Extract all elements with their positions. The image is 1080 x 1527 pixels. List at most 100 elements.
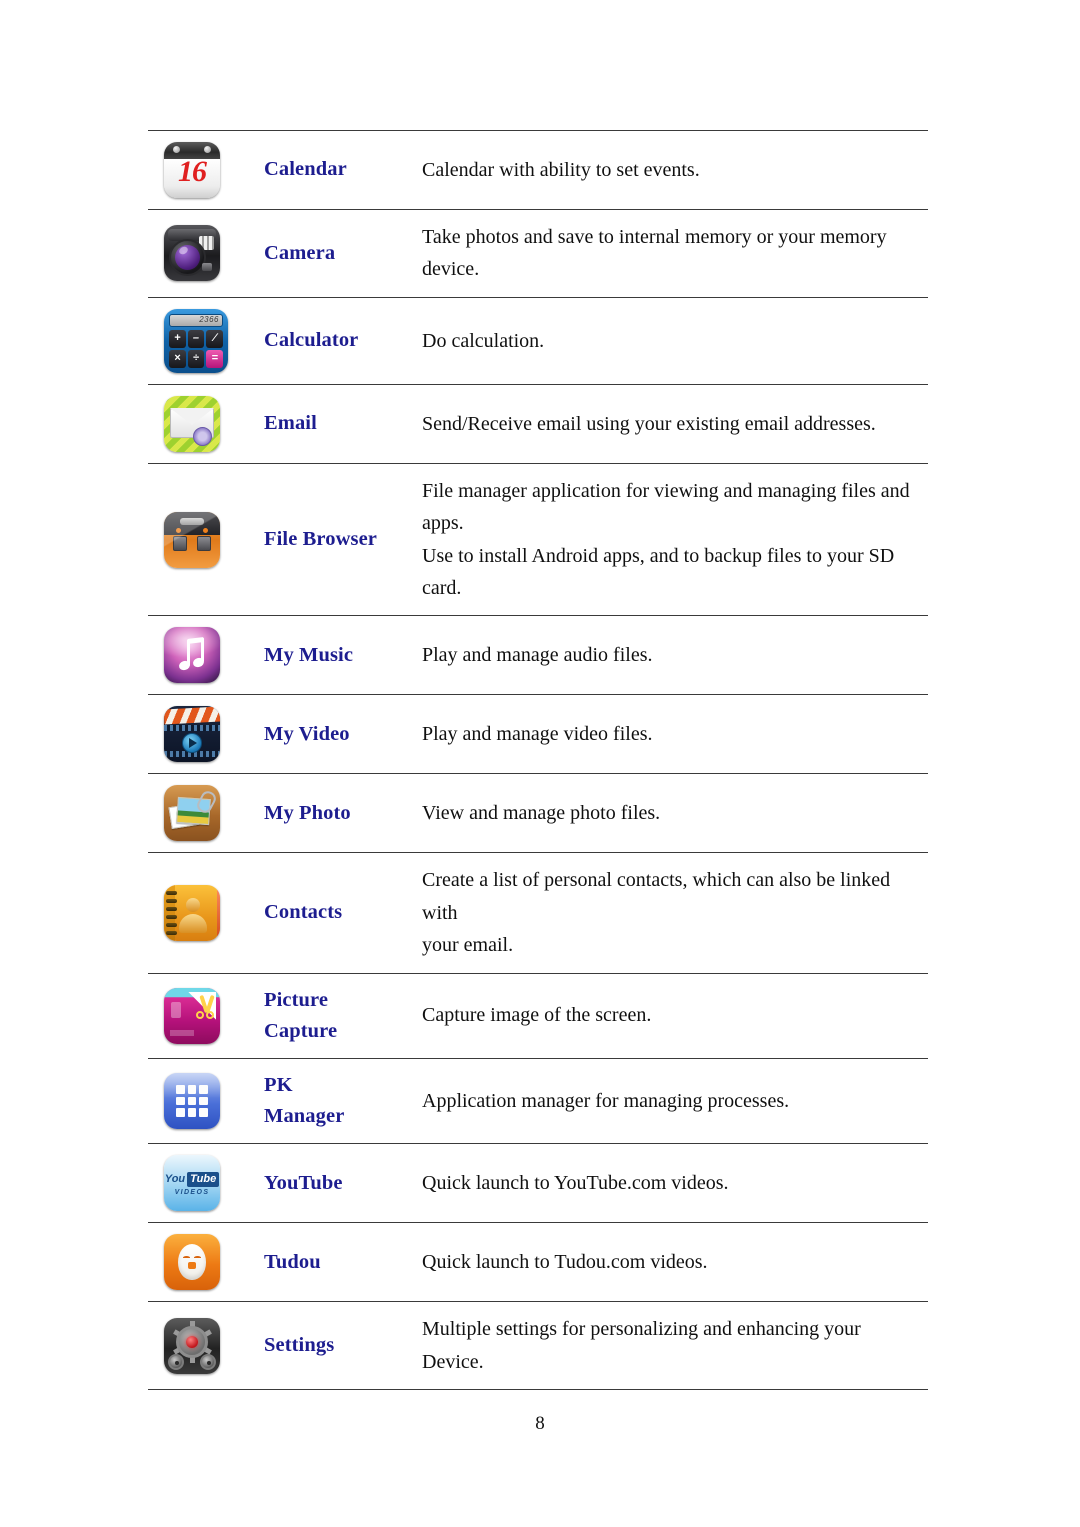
calculator-key-minus: – xyxy=(187,329,205,348)
file-browser-icon xyxy=(164,511,220,568)
contacts-coil xyxy=(166,906,177,911)
applications-table: 16 Calendar Calendar with ability to set… xyxy=(148,130,928,1390)
calculator-key-equals: = xyxy=(206,349,223,368)
table-row: My Music Play and manage audio files. xyxy=(148,615,928,695)
contacts-coil xyxy=(166,890,177,895)
app-name: Picture Capture xyxy=(260,973,422,1058)
pk-manager-icon xyxy=(164,1072,220,1129)
contacts-coil xyxy=(166,914,177,919)
table-row: 2366 + – ∕ × ÷ = Calculator Do calculati… xyxy=(148,297,928,384)
calculator-key-multiply: × xyxy=(169,349,186,368)
gear-hub xyxy=(175,1360,179,1365)
tudou-icon xyxy=(164,1234,220,1291)
description-line-1: Application manager for managing process… xyxy=(422,1089,790,1112)
table-row: Picture Capture Capture image of the scr… xyxy=(148,973,928,1058)
youtube-logo: You Tube xyxy=(165,1171,220,1187)
calculator-display: 2366 xyxy=(169,313,223,327)
icon-cell xyxy=(148,210,260,298)
description-line-2: Use to install Android apps, and to back… xyxy=(422,544,895,599)
email-stamp xyxy=(193,426,212,446)
scissors-handle-left xyxy=(196,1010,204,1019)
video-clapper-bar xyxy=(164,706,220,725)
table-row: Email Send/Receive email using your exis… xyxy=(148,384,928,463)
calculator-keypad: + – ∕ × ÷ = xyxy=(169,329,223,368)
app-name: Tudou xyxy=(264,1250,321,1273)
capture-shape-bottom xyxy=(170,1029,194,1036)
settings-icon xyxy=(164,1317,220,1374)
app-name-line-1: Picture xyxy=(264,988,329,1011)
icon-cell xyxy=(148,1223,260,1302)
icon-cell xyxy=(148,1302,260,1390)
calendar-ring-right xyxy=(204,146,211,153)
app-description: Quick launch to YouTube.com videos. xyxy=(422,1144,928,1223)
youtube-videos-label: VIDEOS xyxy=(174,1189,210,1197)
app-description: Application manager for managing process… xyxy=(422,1058,928,1143)
app-name: My Video xyxy=(264,722,350,745)
icon-cell xyxy=(148,1058,260,1143)
camera-shutter-button xyxy=(202,263,212,272)
description-line-1: Calendar with ability to set events. xyxy=(422,158,700,181)
tudou-eye-right xyxy=(194,1256,201,1259)
icon-cell xyxy=(148,853,260,973)
table-row: PK Manager Application manager for manag… xyxy=(148,1058,928,1143)
contacts-person-head xyxy=(186,897,200,912)
contacts-icon xyxy=(164,884,220,941)
icon-cell xyxy=(148,616,260,695)
music-note-head-left xyxy=(177,659,192,672)
youtube-logo-you: You xyxy=(164,1172,186,1185)
description-line-1: Take photos and save to internal memory … xyxy=(422,226,887,281)
app-name: YouTube xyxy=(264,1171,343,1194)
contacts-person-body xyxy=(179,913,207,933)
app-name: Camera xyxy=(264,241,336,264)
app-name: My Music xyxy=(264,643,354,666)
youtube-icon: You Tube VIDEOS xyxy=(164,1155,220,1212)
app-name: File Browser xyxy=(264,527,377,550)
table-row: Camera Take photos and save to internal … xyxy=(148,209,928,298)
description-line-1: Capture image of the screen. xyxy=(422,1004,652,1027)
calculator-icon: 2366 + – ∕ × ÷ = xyxy=(164,308,228,373)
app-description: Do calculation. xyxy=(422,297,928,384)
scissors-handle-right xyxy=(206,1010,214,1019)
app-name-line-1: PK xyxy=(264,1073,293,1096)
page-number: 8 xyxy=(535,1413,545,1434)
email-envelope-flap xyxy=(170,407,214,425)
app-name-line-2: Capture xyxy=(264,1019,338,1042)
tudou-eye-left xyxy=(183,1256,190,1259)
calendar-ring-left xyxy=(173,146,180,153)
description-line-1: Create a list of personal contacts, whic… xyxy=(422,869,891,924)
app-name: Email xyxy=(264,412,317,435)
camera-icon xyxy=(164,225,220,282)
description-line-1: Quick launch to YouTube.com videos. xyxy=(422,1171,729,1194)
email-icon xyxy=(164,395,220,452)
app-description: Take photos and save to internal memory … xyxy=(422,210,928,298)
video-play-triangle xyxy=(189,738,197,749)
settings-gear-core xyxy=(186,1335,198,1348)
table-row: File Browser File manager application fo… xyxy=(148,463,928,616)
description-line-2: your email. xyxy=(422,934,514,957)
app-description: View and manage photo files. xyxy=(422,774,928,853)
app-description: Capture image of the screen. xyxy=(422,973,928,1058)
app-description: Send/Receive email using your existing e… xyxy=(422,384,928,463)
description-line-1: Quick launch to Tudou.com videos. xyxy=(422,1250,708,1273)
my-video-icon xyxy=(164,706,220,763)
description-line-1: Play and manage audio files. xyxy=(422,644,653,667)
icon-cell xyxy=(148,463,260,616)
app-name-line-2: Manager xyxy=(264,1104,345,1127)
icon-cell xyxy=(148,973,260,1058)
picture-capture-icon xyxy=(164,987,220,1044)
table-row: My Video Play and manage video files. xyxy=(148,694,928,774)
calculator-key-divide: ÷ xyxy=(187,349,205,368)
contacts-page-edge xyxy=(217,884,220,941)
app-name: Calculator xyxy=(264,329,359,352)
description-line-1: Do calculation. xyxy=(422,329,545,352)
calendar-icon: 16 xyxy=(164,142,220,198)
youtube-logo-tube: Tube xyxy=(187,1171,220,1187)
app-description: Calendar with ability to set events. xyxy=(422,131,928,210)
icon-cell: 16 xyxy=(148,131,260,210)
music-note-head-right xyxy=(191,656,206,669)
app-name: PK Manager xyxy=(260,1058,422,1143)
contacts-coil xyxy=(166,922,177,927)
icon-cell: 2366 + – ∕ × ÷ = xyxy=(148,297,260,384)
app-description: Play and manage audio files. xyxy=(422,616,928,695)
app-description: Create a list of personal contacts, whic… xyxy=(422,853,928,973)
